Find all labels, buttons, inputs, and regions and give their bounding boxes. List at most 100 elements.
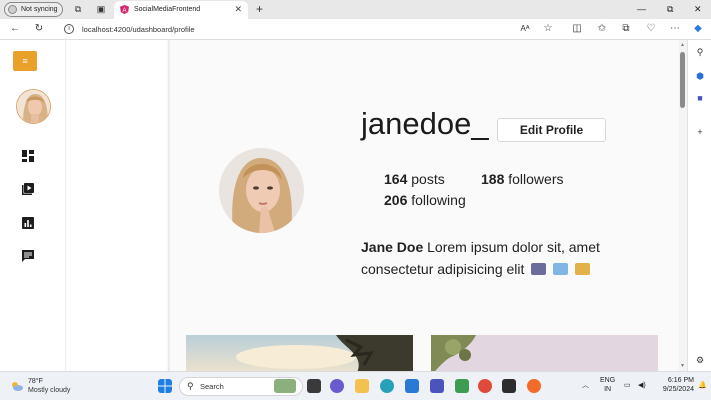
weather-temperature: 78°F [28, 378, 43, 385]
post-image [431, 335, 658, 371]
back-icon[interactable]: ← [9, 23, 21, 35]
split-screen-icon[interactable]: ◫ [571, 23, 583, 35]
post-image [186, 335, 413, 371]
post-thumbnail[interactable] [431, 335, 658, 371]
postman-icon[interactable] [527, 379, 541, 393]
edge-icon[interactable] [380, 379, 394, 393]
chrome-icon[interactable] [478, 379, 492, 393]
weather-description: Mostly cloudy [28, 387, 71, 394]
terminal-icon[interactable] [502, 379, 516, 393]
followers-stat[interactable]: 188 followers [481, 170, 564, 188]
settings-gear-icon[interactable]: ⚙ [695, 355, 705, 365]
volume-icon[interactable]: ◀) [638, 381, 646, 390]
edge-sidebar: ⚲ ⬢ ■ + ⚙ [687, 40, 711, 371]
chat-icon[interactable] [22, 250, 34, 262]
page-gutter [66, 40, 166, 371]
menu-icon: ≡ [22, 56, 28, 66]
favorites-icon[interactable]: ✩ [596, 23, 608, 35]
close-tab-icon[interactable]: ✕ [234, 4, 242, 15]
cloudy-weather-icon [12, 382, 23, 391]
url-text[interactable]: localhost:4200/udashboard/profile [82, 24, 195, 35]
posts-stat[interactable]: 164 posts [384, 170, 445, 188]
scrollbar-thumb[interactable] [680, 52, 685, 108]
page-scrollbar[interactable]: ▲ ▼ [679, 40, 687, 371]
scroll-down-icon[interactable]: ▼ [680, 363, 685, 369]
profile-bio: Jane Doe Lorem ipsum dolor sit, amet con… [361, 236, 651, 280]
following-stat[interactable]: 206 following [384, 191, 466, 209]
collections-icon[interactable]: ⧉ [620, 23, 632, 35]
video-library-icon[interactable] [22, 183, 34, 195]
posts-label: posts [411, 171, 445, 187]
camera-emoji-icon [531, 263, 547, 275]
analytics-icon[interactable] [22, 217, 34, 229]
clock-time: 6:16 PM [667, 377, 694, 384]
profile-avatar-icon [8, 5, 17, 14]
profile-username: janedoe_ [361, 106, 489, 141]
tab-socialmediafrontend[interactable]: A SocialMediaFrontend ✕ [114, 1, 248, 19]
widget-scene-icon[interactable] [274, 379, 296, 393]
language-indicator[interactable]: ENG IN [600, 376, 615, 394]
refresh-icon[interactable]: ↻ [33, 23, 45, 35]
sidebar-avatar[interactable] [16, 89, 51, 124]
clock[interactable]: 6:16 PM 9/25/2024 [654, 376, 694, 394]
tab-strip: Not syncing ⧉ ▣ A SocialMediaFrontend ✕ … [0, 0, 711, 19]
copilot-icon[interactable]: ◆ [692, 23, 704, 35]
search-icon[interactable]: ⚲ [695, 47, 705, 57]
file-explorer-icon[interactable] [355, 379, 369, 393]
windows-taskbar: 78°F Mostly cloudy ⚲ Search ︿ ENG IN ▭ ◀… [0, 371, 711, 400]
dashboard-icon[interactable] [22, 150, 34, 162]
profile-main: janedoe_ Edit Profile 164 posts 188 foll… [168, 40, 679, 371]
app-sidebar: ≡ [0, 40, 66, 371]
add-sidebar-app-icon[interactable]: + [695, 127, 705, 137]
profile-photo [219, 148, 304, 233]
new-tab-icon[interactable]: + [256, 2, 263, 16]
clock-date: 9/25/2024 [662, 386, 694, 393]
notes-app-icon[interactable] [455, 379, 469, 393]
followers-label: followers [508, 171, 564, 187]
site-info-icon[interactable]: i [64, 24, 74, 34]
show-hidden-icons-icon[interactable]: ︿ [582, 381, 589, 390]
airplane-emoji-icon [553, 263, 569, 275]
close-window-icon[interactable]: ✕ [694, 3, 702, 15]
restore-icon[interactable]: ⧉ [667, 3, 673, 15]
profile-button[interactable]: Not syncing [4, 2, 63, 17]
notification-bell-icon[interactable]: 🔔 [698, 381, 707, 390]
tab-actions-icon[interactable]: ▣ [96, 4, 106, 14]
read-aloud-icon[interactable]: Aᴬ [519, 23, 531, 35]
edit-profile-button[interactable]: Edit Profile [497, 118, 606, 142]
region-code: IN [604, 386, 612, 393]
post-thumbnail[interactable] [186, 335, 413, 371]
tab-title: SocialMediaFrontend [134, 6, 201, 13]
angular-icon: A [120, 5, 129, 14]
workspaces-icon[interactable]: ⧉ [73, 4, 83, 14]
browser-essentials-icon[interactable]: ♡ [645, 23, 657, 35]
menu-toggle-button[interactable]: ≡ [13, 51, 37, 71]
teams-icon[interactable]: ■ [695, 93, 705, 103]
following-label: following [411, 192, 466, 208]
windows-start-icon[interactable] [158, 379, 172, 393]
avatar-photo [17, 90, 50, 123]
favorite-star-icon[interactable]: ☆ [542, 23, 554, 35]
scroll-up-icon[interactable]: ▲ [680, 42, 685, 48]
page-viewport: ≡ janedoe_ Edit Profile 164 posts 188 fo… [0, 40, 679, 371]
followers-count: 188 [481, 171, 505, 187]
office-icon[interactable]: ⬢ [695, 71, 705, 81]
profile-avatar[interactable] [219, 148, 304, 233]
posts-count: 164 [384, 171, 408, 187]
task-view-icon[interactable] [307, 379, 321, 393]
picture-emoji-icon [575, 263, 591, 275]
more-options-icon[interactable]: ⋯ [669, 23, 681, 35]
address-bar[interactable]: i localhost:4200/udashboard/profile [56, 21, 566, 38]
vscode-icon[interactable] [405, 379, 419, 393]
profile-label: Not syncing [21, 6, 58, 13]
network-icon[interactable]: ▭ [624, 381, 631, 390]
display-name: Jane Doe [361, 239, 424, 255]
search-icon: ⚲ [187, 381, 194, 391]
teams-icon[interactable] [430, 379, 444, 393]
search-label: Search [200, 382, 224, 391]
minimize-icon[interactable]: — [637, 3, 646, 15]
following-count: 206 [384, 192, 408, 208]
language-code: ENG [600, 377, 616, 384]
browser-toolbar: ← ↻ i localhost:4200/udashboard/profile … [0, 19, 711, 40]
meet-icon[interactable] [330, 379, 344, 393]
